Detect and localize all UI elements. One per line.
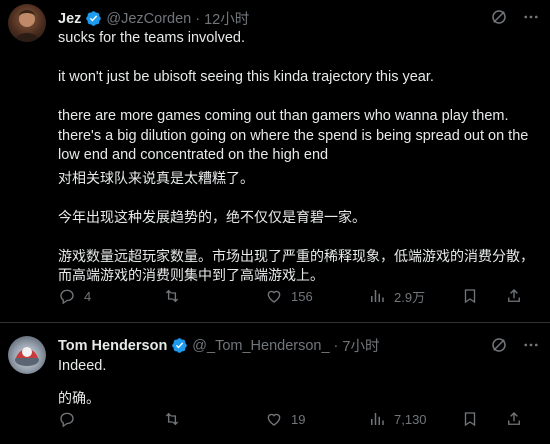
translation-line: 的确。 [58,390,100,407]
translation-line: 对相关球队来说真是太糟糕了。 [58,170,254,187]
views-chart-icon [371,290,384,302]
translation: 的确。 [58,390,538,410]
views-button[interactable]: 2.9万 [368,287,425,306]
bookmark-icon [464,289,476,304]
reply-button[interactable]: 4 [58,287,91,305]
like-button[interactable]: 19 [265,410,305,428]
separator-dot: · [195,10,201,27]
tweet-text: Indeed. 的确。 [58,357,538,409]
share-icon [508,412,520,425]
timestamp[interactable]: 7小时 [342,335,379,356]
text-line: low end and concentrated on the high end [58,147,329,163]
share-button[interactable] [505,287,523,305]
text-line: Indeed. [58,358,107,374]
tweet-top-icons [490,8,540,26]
timestamp[interactable]: 12小时 [204,8,249,29]
tweet-header: Tom Henderson @_Tom_Henderson_ · 7小时 [58,335,379,356]
text-line: there are more games coming out than gam… [58,108,509,124]
translation-line: 而高端游戏的消费则集中到了高端游戏上。 [58,268,324,284]
bookmark-button[interactable] [461,410,479,428]
views-count: 2.9万 [394,289,426,305]
verified-badge-icon [86,11,102,26]
reply-icon [60,289,74,305]
reply-icon [60,412,74,428]
author-name[interactable]: Tom Henderson [58,338,167,354]
like-count: 19 [291,411,306,427]
profile-photo-icon [14,10,40,42]
heart-icon [267,290,281,303]
retweet-icon [165,412,179,426]
avatar[interactable] [8,4,46,42]
more-icon[interactable] [522,8,540,26]
reply-button[interactable] [58,410,84,428]
heart-icon [267,413,281,426]
views-count: 7,130 [394,411,427,427]
grok-icon[interactable] [490,8,508,26]
retweet-button[interactable] [163,287,189,305]
more-icon[interactable] [522,336,540,354]
bookmark-icon [464,412,476,427]
separator-dot: · [333,337,339,354]
tweet[interactable]: Jez @JezCorden · 12小时 sucks for the team… [0,0,550,322]
tweet-top-icons [490,336,540,354]
text-line: it won't just be ubisoft seeing this kin… [58,69,434,85]
author-handle[interactable]: @_Tom_Henderson_ [192,338,329,354]
views-button[interactable]: 7,130 [368,410,427,428]
share-button[interactable] [505,410,523,428]
avatar[interactable] [8,336,46,374]
reply-count: 4 [84,288,92,304]
bookmark-button[interactable] [461,287,479,305]
author-handle[interactable]: @JezCorden [106,11,191,27]
share-icon [508,289,520,302]
text-line: sucks for the teams involved. [58,30,245,46]
views-chart-icon [371,413,384,425]
like-button[interactable]: 156 [265,287,313,305]
retweet-button[interactable] [163,410,189,428]
retweet-icon [165,289,179,303]
translation-line: 游戏数量远超玩家数量。市场出现了严重的稀释现象，低端游戏的消费分散， [58,248,534,265]
like-count: 156 [291,288,313,304]
text-line: there's a big dilution going on where th… [58,127,529,144]
profile-photo-icon [15,347,39,366]
tweet-header: Jez @JezCorden · 12小时 [58,8,249,29]
author-name[interactable]: Jez [58,11,81,27]
tweet-text: sucks for the teams involved. it won't j… [58,29,538,287]
grok-icon[interactable] [490,336,508,354]
verified-badge-icon [172,338,188,353]
translation: 对相关球队来说真是太糟糕了。 今年出现这种发展趋势的，绝不仅仅是育碧一家。 游戏… [58,170,538,287]
translation-line: 今年出现这种发展趋势的，绝不仅仅是育碧一家。 [58,209,366,226]
